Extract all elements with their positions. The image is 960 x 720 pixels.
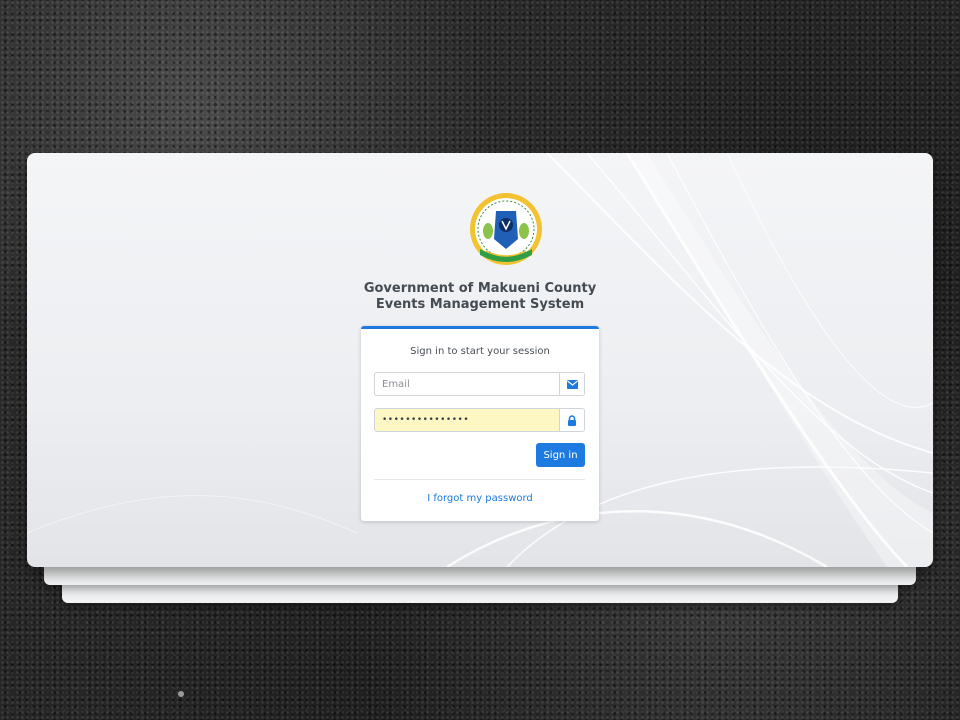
lock-icon — [559, 409, 584, 431]
password-input-group: ••••••••••••••• — [374, 408, 585, 432]
login-box: Sign in to start your session ••••••••••… — [361, 326, 599, 521]
forgot-password-link[interactable]: I forgot my password — [361, 493, 599, 504]
email-input-group — [374, 372, 585, 396]
envelope-icon — [559, 373, 584, 395]
card-stack-back-layer — [62, 585, 898, 603]
county-coat-of-arms-icon — [470, 193, 542, 265]
background-speck — [178, 691, 184, 697]
sign-in-button[interactable]: Sign in — [536, 443, 585, 467]
email-field[interactable] — [375, 373, 559, 395]
password-field[interactable]: ••••••••••••••• — [375, 409, 559, 431]
page-title-line-2: Events Management System — [375, 297, 585, 312]
page-title-line-1: Government of Makueni County — [363, 281, 597, 296]
login-box-message: Sign in to start your session — [410, 346, 550, 357]
card-stack-middle-layer — [44, 567, 916, 585]
login-page-card: Government of Makueni County Events Mana… — [27, 153, 933, 567]
login-box-divider — [374, 479, 585, 480]
page-title: Government of Makueni County Events Mana… — [280, 281, 680, 313]
